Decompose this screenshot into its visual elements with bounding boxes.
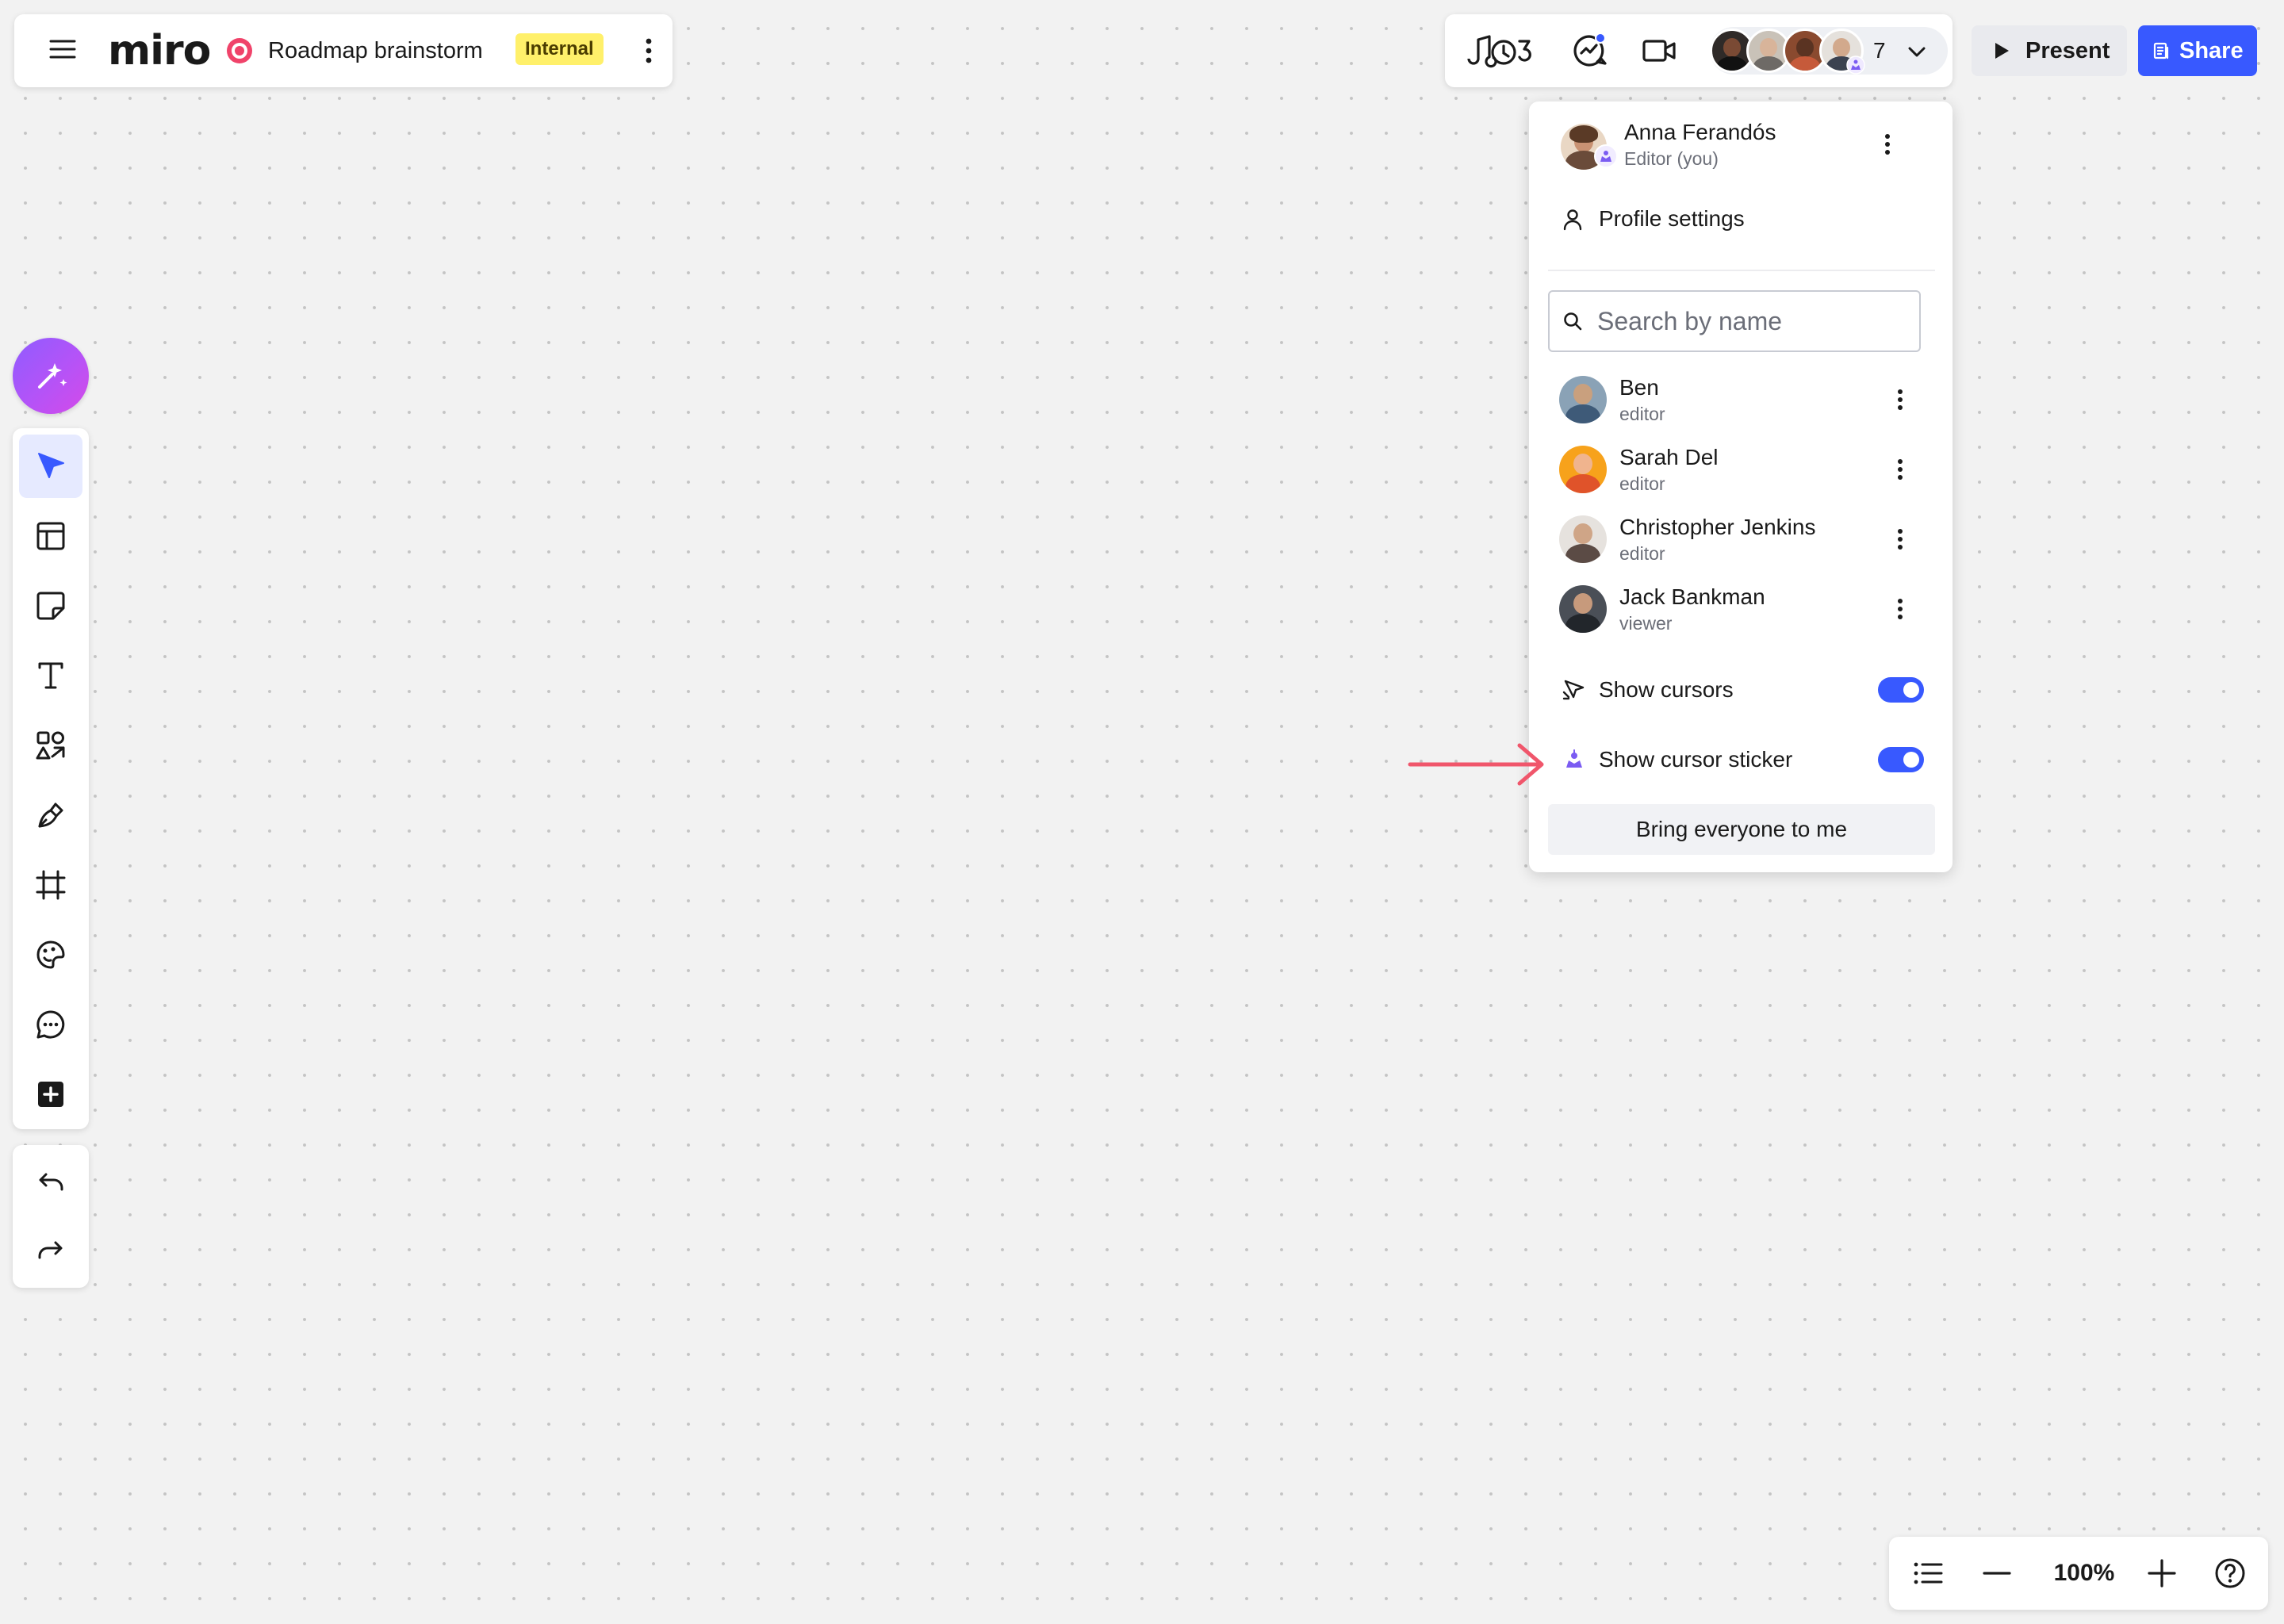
collaborators-button[interactable]: 7 <box>1710 27 1948 75</box>
list-item[interactable]: Christopher Jenkins editor <box>1548 506 1937 573</box>
search-icon <box>1562 311 1583 331</box>
current-user-more-icon[interactable] <box>1873 130 1902 159</box>
annotation-arrow-icon <box>1407 741 1546 788</box>
comment-tool[interactable] <box>19 993 82 1056</box>
board-more-icon[interactable] <box>633 35 665 67</box>
share-button[interactable]: Share <box>2138 25 2257 76</box>
shapes-tool[interactable] <box>19 714 82 777</box>
board-classification-badge[interactable]: Internal <box>515 33 604 65</box>
hamburger-menu-icon[interactable] <box>49 36 76 63</box>
text-icon <box>35 660 67 691</box>
sticky-note-icon <box>35 590 67 622</box>
chevron-down-icon <box>1905 40 1929 63</box>
cursor-sticker-icon <box>1846 56 1865 75</box>
current-user-role: Editor (you) <box>1624 148 1719 169</box>
current-user-name: Anna Ferandós <box>1624 120 1776 144</box>
collaborator-role: editor <box>1619 543 1665 564</box>
list-item[interactable]: Ben editor <box>1548 366 1937 433</box>
zoom-in-icon[interactable] <box>2146 1557 2178 1589</box>
user-icon <box>1561 208 1585 232</box>
show-cursor-sticker-label: Show cursor sticker <box>1599 747 1793 772</box>
collaboration-toolbar: 7 <box>1445 14 1953 87</box>
shapes-icon <box>35 730 67 761</box>
show-cursors-toggle[interactable] <box>1878 677 1924 703</box>
undo-icon <box>35 1169 67 1201</box>
more-tools[interactable] <box>19 1063 82 1126</box>
collaborator-name: Sarah Del <box>1619 445 1719 469</box>
profile-settings-label: Profile settings <box>1599 206 1745 231</box>
present-button-label: Present <box>2025 38 2110 63</box>
comment-icon <box>35 1009 67 1040</box>
avatar <box>1559 515 1607 563</box>
select-tool[interactable] <box>19 435 82 498</box>
redo-button[interactable] <box>19 1221 82 1285</box>
collaborator-name: Jack Bankman <box>1619 584 1765 609</box>
divider <box>1548 270 1935 271</box>
show-cursors-row: Show cursors <box>1548 666 1937 714</box>
sticker-tool[interactable] <box>19 923 82 986</box>
avatar <box>1559 376 1607 423</box>
bring-everyone-label: Bring everyone to me <box>1635 817 1848 841</box>
present-share-group: Present Share <box>1967 14 2268 87</box>
present-button[interactable]: Present <box>1972 25 2127 76</box>
play-icon <box>1992 41 2011 60</box>
zoom-toolbar: 100% <box>1889 1537 2268 1610</box>
share-board-icon <box>2152 41 2171 60</box>
collaborator-count: 7 <box>1873 38 1886 63</box>
show-cursors-label: Show cursors <box>1599 677 1734 702</box>
collaborator-more-icon[interactable] <box>1886 385 1914 414</box>
collaborator-more-icon[interactable] <box>1886 525 1914 553</box>
collaborator-more-icon[interactable] <box>1886 455 1914 484</box>
board-list-icon[interactable] <box>1913 1557 1945 1589</box>
frame-tool[interactable] <box>19 853 82 917</box>
cursor-arrow-icon <box>35 450 67 482</box>
zoom-out-icon[interactable] <box>1981 1557 2013 1589</box>
collaborator-name: Ben <box>1619 375 1659 400</box>
video-camera-icon[interactable] <box>1640 32 1678 70</box>
collaborator-role: editor <box>1619 473 1665 494</box>
templates-icon <box>35 520 67 552</box>
ai-assist-button[interactable] <box>13 338 89 414</box>
undo-button[interactable] <box>19 1153 82 1216</box>
search-field <box>1548 290 1921 352</box>
show-cursor-sticker-toggle[interactable] <box>1878 747 1924 772</box>
board-title[interactable]: Roadmap brainstorm <box>268 35 483 67</box>
miro-logo[interactable]: miro <box>108 29 211 73</box>
collaborators-dropdown: Anna Ferandós Editor (you) Profile setti… <box>1529 102 1953 872</box>
collaborator-role: editor <box>1619 404 1665 424</box>
zoom-level[interactable]: 100% <box>2044 1557 2124 1589</box>
cursor-sticker-icon <box>1594 144 1618 168</box>
show-cursor-sticker-row: Show cursor sticker <box>1548 736 1937 783</box>
help-icon[interactable] <box>2214 1557 2246 1589</box>
history-toolbar <box>13 1145 89 1288</box>
share-button-label: Share <box>2179 38 2244 63</box>
collaborator-role: viewer <box>1619 613 1673 634</box>
profile-settings-item[interactable]: Profile settings <box>1561 200 1799 239</box>
collaborator-more-icon[interactable] <box>1886 595 1914 623</box>
avatar <box>1559 446 1607 493</box>
text-tool[interactable] <box>19 644 82 707</box>
sticker-icon <box>35 939 67 971</box>
creation-toolbar <box>13 428 89 1129</box>
list-item[interactable]: Jack Bankman viewer <box>1548 576 1937 642</box>
collaborator-name: Christopher Jenkins <box>1619 515 1816 539</box>
timer-icon[interactable] <box>1464 32 1535 70</box>
templates-tool[interactable] <box>19 504 82 568</box>
reactions-icon[interactable] <box>1570 32 1608 70</box>
board-target-icon <box>225 36 254 65</box>
list-item[interactable]: Sarah Del editor <box>1548 436 1937 503</box>
avatar <box>1559 585 1607 633</box>
sparkle-icon <box>33 358 68 393</box>
add-more-icon <box>35 1078 67 1110</box>
bring-everyone-button[interactable]: Bring everyone to me <box>1548 804 1935 855</box>
search-input[interactable] <box>1597 298 1911 344</box>
pen-tool[interactable] <box>19 783 82 847</box>
cursor-sticker-icon <box>1562 748 1586 772</box>
pen-icon <box>35 799 67 831</box>
redo-icon <box>35 1237 67 1269</box>
sticky-note-tool[interactable] <box>19 574 82 638</box>
board-header: miro Roadmap brainstorm Internal <box>14 14 673 87</box>
cursor-icon <box>1562 678 1586 702</box>
frame-icon <box>35 869 67 901</box>
